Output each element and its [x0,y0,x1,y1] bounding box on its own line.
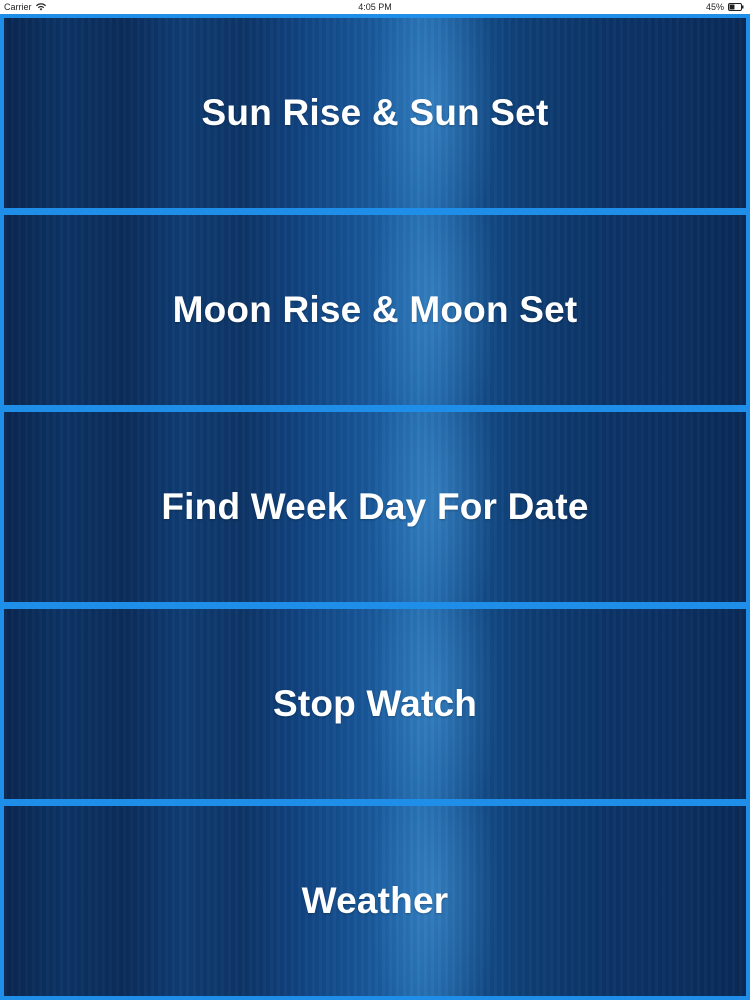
status-time: 4:05 PM [358,2,392,12]
sun-rise-sun-set-button[interactable]: Sun Rise & Sun Set [4,18,746,208]
battery-icon [728,3,744,11]
weather-button[interactable]: Weather [4,806,746,996]
stop-watch-button[interactable]: Stop Watch [4,609,746,799]
menu-item-label: Sun Rise & Sun Set [201,92,549,133]
status-right: 45% [706,0,744,14]
app-screen: Carrier 4:05 PM 45% Sun Rise & Sun Set M… [0,0,750,1000]
menu-item-label: Weather [301,880,449,921]
main-menu: Sun Rise & Sun Set Moon Rise & Moon Set … [4,18,746,996]
menu-item-label: Find Week Day For Date [161,486,589,527]
battery-percent: 45% [705,2,724,12]
moon-rise-moon-set-button[interactable]: Moon Rise & Moon Set [4,215,746,405]
menu-item-label: Moon Rise & Moon Set [172,289,578,330]
find-week-day-button[interactable]: Find Week Day For Date [4,412,746,602]
status-bar: Carrier 4:05 PM 45% [0,0,750,14]
menu-item-label: Stop Watch [272,683,478,724]
